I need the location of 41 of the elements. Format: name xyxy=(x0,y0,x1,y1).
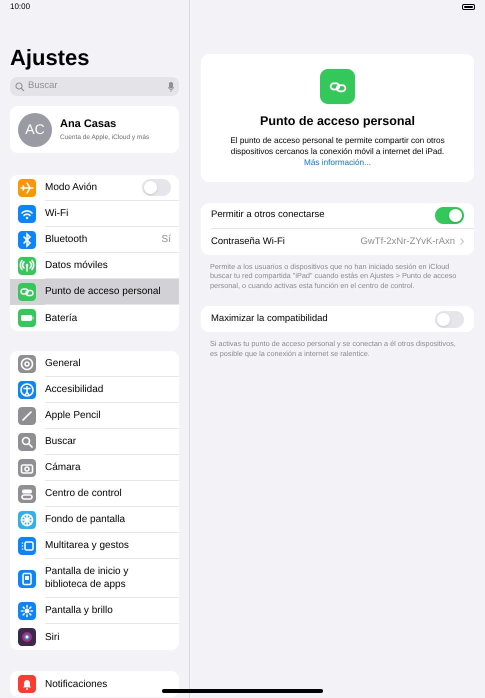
item-label: Punto de acceso personal xyxy=(45,285,162,299)
item-label: Datos móviles xyxy=(45,259,109,273)
item-label: Multitarea y gestos xyxy=(45,539,130,553)
setting-label: Permitir a otros conectarse xyxy=(211,208,326,222)
header-title: Punto de acceso personal xyxy=(260,113,415,130)
item-label: Notificaciones xyxy=(45,678,108,692)
profile-name: Ana Casas xyxy=(60,117,118,132)
item-label: Pantalla y brillo xyxy=(45,604,114,618)
item-label: Bluetooth xyxy=(45,233,88,247)
item-label: Batería xyxy=(45,312,78,326)
toggle-switch[interactable] xyxy=(142,179,171,196)
item-label: Modo Avión xyxy=(45,181,98,195)
item-label: Apple Pencil xyxy=(45,409,102,423)
chevron-icon xyxy=(460,238,464,246)
search-icon xyxy=(15,82,25,92)
toggle-switch[interactable] xyxy=(435,310,464,328)
search-field[interactable]: Buscar xyxy=(10,77,179,96)
item-label: Wi-Fi xyxy=(45,207,70,221)
avatar: AC xyxy=(18,112,52,146)
item-value: Sí xyxy=(162,233,171,247)
battery-icon xyxy=(462,4,475,10)
item-label: Accesibilidad xyxy=(45,383,104,397)
item-label: Siri xyxy=(45,630,60,644)
item-label: Pantalla de inicio y biblioteca de apps xyxy=(45,565,130,592)
item-label: Centro de control xyxy=(45,487,123,501)
status-time: 10:00 xyxy=(10,1,30,13)
item-label: Fondo de pantalla xyxy=(45,513,126,527)
toggle-switch[interactable] xyxy=(435,206,464,224)
setting-label: Maximizar la compatibilidad xyxy=(211,312,329,326)
setting-value: GwTf-2xNr-ZYvK-rAxn xyxy=(360,234,455,249)
item-label: General xyxy=(45,357,82,371)
search-input[interactable]: Buscar xyxy=(28,79,165,94)
page-title: Ajustes xyxy=(10,44,90,72)
setting-label: Contraseña Wi-Fi xyxy=(211,234,286,249)
more-info-link[interactable]: Más información... xyxy=(304,156,371,168)
sidebar-item[interactable]: Punto de acceso personal xyxy=(10,279,179,305)
microphone-icon[interactable] xyxy=(168,82,174,92)
item-label: Cámara xyxy=(45,461,82,475)
header-description: El punto de acceso personal te permite compartir con otros dispositivos cercanos la conexión móvil a internet del iPad. xyxy=(229,134,446,157)
item-label: Buscar xyxy=(45,435,78,449)
link-icon xyxy=(320,69,355,104)
